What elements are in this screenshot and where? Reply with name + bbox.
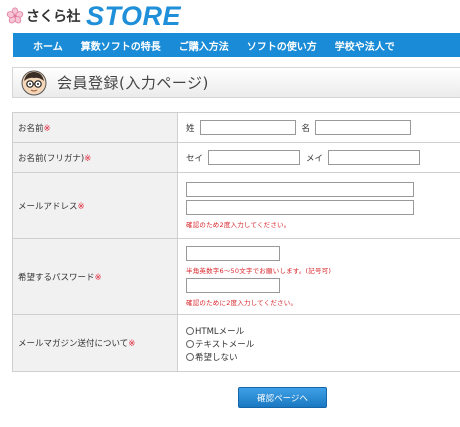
nav-item-schools[interactable]: 学校や法人で [326, 38, 404, 53]
main-nav: ホーム 算数ソフトの特長 ご購入方法 ソフトの使い方 学校や法人で [13, 33, 460, 57]
password-field-cell: 半角英数字6～50文字でお願いします。(記号可) 確認のために2度入力してくださ… [177, 238, 460, 315]
form-row-kana: お名前(フリガナ)※ セイ メイ [12, 142, 460, 173]
email-confirm-input[interactable] [186, 200, 414, 215]
form-row-email: メールアドレス※ 確認のため2度入力してください。 [12, 172, 460, 239]
form-row-newsletter: メールマガジン送付について※ HTMLメール テキストメール 希望しない [12, 314, 460, 372]
email-hint: 確認のため2度入力してください。 [186, 221, 291, 229]
name-field-cell: 姓 名 [177, 112, 460, 143]
first-name-input[interactable] [315, 120, 412, 135]
name-label-cell: お名前※ [12, 112, 178, 143]
newsletter-field-cell: HTMLメール テキストメール 希望しない [177, 314, 460, 372]
radio-button[interactable] [186, 352, 194, 361]
radio-button[interactable] [186, 339, 194, 348]
password-label-cell: 希望するパスワード※ [12, 238, 178, 315]
required-mark: ※ [128, 339, 136, 349]
radio-label: テキストメール [195, 339, 255, 350]
registration-form: お名前※ 姓 名 お名前(フリガナ)※ セイ メイ メールアドレス※ 確認のため… [12, 112, 460, 372]
kana-sei-label: セイ [186, 153, 204, 164]
confirm-page-button[interactable]: 確認ページへ [238, 387, 327, 408]
radio-option-none[interactable]: 希望しない [186, 351, 460, 363]
nav-item-howto[interactable]: ソフトの使い方 [238, 38, 326, 53]
newsletter-label-cell: メールマガジン送付について※ [12, 314, 178, 372]
radio-button[interactable] [186, 326, 194, 335]
email-label-cell: メールアドレス※ [12, 172, 178, 239]
first-name-kana-input[interactable] [328, 150, 421, 165]
brand-name: さくら社 [26, 9, 81, 25]
sakura-icon [6, 7, 24, 24]
required-mark: ※ [84, 153, 92, 164]
kana-label-cell: お名前(フリガナ)※ [12, 142, 178, 173]
password-rule-hint: 半角英数字6～50文字でお願いします。(記号可) [186, 267, 332, 275]
sei-label: 姓 [186, 123, 195, 134]
nav-item-home[interactable]: ホーム [13, 38, 72, 53]
password-input[interactable] [186, 246, 280, 261]
kana-mei-label: メイ [306, 153, 324, 164]
radio-label: HTMLメール [195, 326, 245, 337]
page-title: 会員登録(入力ページ) [57, 74, 209, 92]
form-row-name: お名前※ 姓 名 [12, 112, 460, 143]
password-confirm-hint: 確認のために2度入力してください。 [186, 299, 298, 307]
brand-store: STORE [86, 1, 182, 31]
email-input[interactable] [186, 182, 414, 197]
page-title-bar: 会員登録(入力ページ) [12, 67, 460, 98]
password-label: 希望するパスワード [18, 272, 95, 283]
nav-item-purchase[interactable]: ご購入方法 [170, 38, 238, 53]
password-confirm-input[interactable] [186, 278, 280, 293]
kana-label: お名前(フリガナ) [18, 153, 85, 164]
mei-label: 名 [301, 123, 311, 134]
email-field-cell: 確認のため2度入力してください。 [177, 172, 460, 239]
radio-label: 希望しない [195, 352, 238, 363]
required-mark: ※ [43, 123, 51, 134]
nav-item-features[interactable]: 算数ソフトの特長 [72, 38, 170, 53]
form-row-password: 希望するパスワード※ 半角英数字6～50文字でお願いします。(記号可) 確認のた… [12, 238, 460, 315]
kana-field-cell: セイ メイ [177, 142, 460, 173]
newsletter-label: メールマガジン送付について [18, 339, 129, 349]
radio-option-html[interactable]: HTMLメール [186, 325, 460, 337]
email-label: メールアドレス [18, 201, 78, 212]
last-name-input[interactable] [199, 120, 296, 135]
store-logo[interactable]: さくら社 STORE [6, 1, 182, 31]
required-mark: ※ [94, 272, 102, 283]
last-name-kana-input[interactable] [208, 150, 301, 165]
face-glasses-icon [21, 70, 47, 95]
name-label: お名前 [18, 123, 44, 134]
radio-option-text[interactable]: テキストメール [186, 338, 460, 350]
required-mark: ※ [77, 201, 85, 212]
